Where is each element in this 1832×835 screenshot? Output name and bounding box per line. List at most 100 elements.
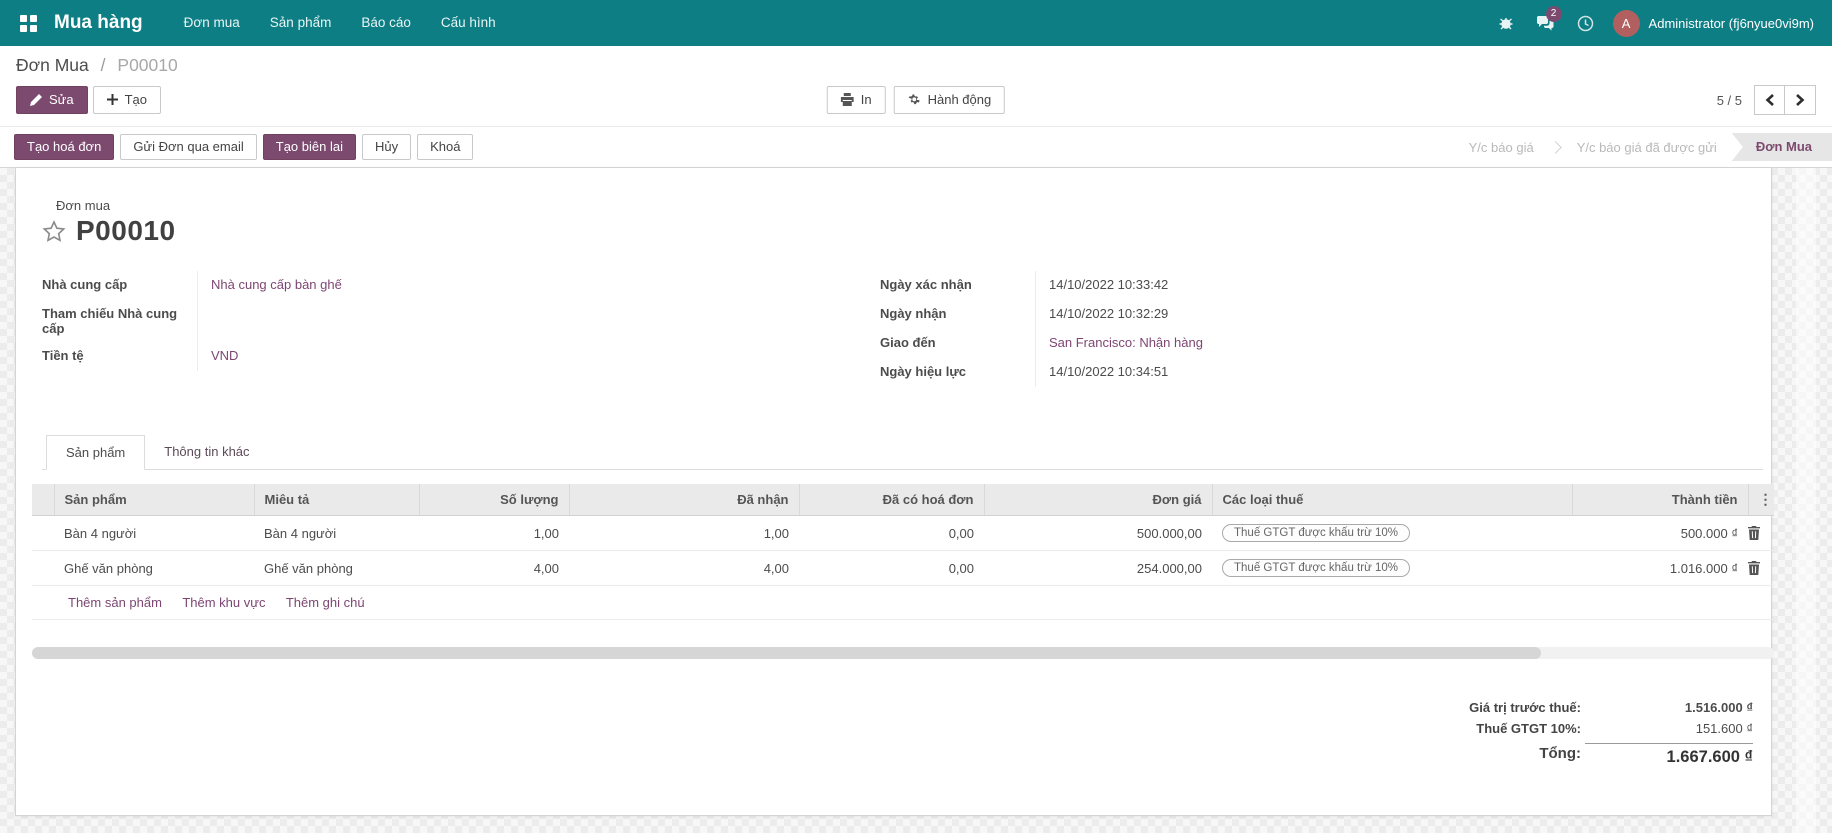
field-value-effective-date[interactable]: 14/10/2022 10:34:51 — [1035, 358, 1763, 387]
tab-products[interactable]: Sản phẩm — [46, 435, 145, 470]
field-value-vendor[interactable]: Nhà cung cấp bàn ghế — [211, 277, 342, 292]
field-value-confirmation-date[interactable]: 14/10/2022 10:33:42 — [1035, 271, 1763, 300]
create-receipt-button[interactable]: Tạo biên lai — [263, 134, 356, 160]
pager-next-button[interactable] — [1785, 85, 1816, 115]
table-header-row: Sản phẩm Miêu tả Số lượng Đã nhận Đã có … — [32, 484, 1774, 516]
field-label-vendor: Nhà cung cấp — [42, 271, 197, 300]
cell-received[interactable]: 4,00 — [569, 551, 799, 586]
column-received[interactable]: Đã nhận — [569, 484, 799, 516]
plus-icon — [107, 94, 118, 105]
edit-button[interactable]: Sửa — [16, 86, 88, 114]
user-name: Administrator (fj6nyue0vi9m) — [1649, 16, 1814, 31]
messages-button[interactable]: 2 — [1529, 0, 1563, 46]
field-value-currency[interactable]: VND — [211, 348, 238, 363]
fields-left-group: Nhà cung cấp Nhà cung cấp bàn ghế Tham c… — [42, 271, 880, 387]
app-brand[interactable]: Mua hàng — [54, 12, 143, 34]
field-label-vendor-reference: Tham chiếu Nhà cung cấp — [42, 300, 197, 342]
menu-don-mua[interactable]: Đơn mua — [169, 0, 255, 46]
cell-quantity[interactable]: 1,00 — [419, 516, 569, 551]
status-step-rfq[interactable]: Y/c báo giá — [1454, 140, 1549, 155]
notebook-tabs: Sản phẩm Thông tin khác — [42, 435, 1763, 470]
status-step-rfq-sent[interactable]: Y/c báo giá đã được gửi — [1562, 140, 1732, 155]
pager-previous-button[interactable] — [1754, 85, 1785, 115]
chevron-left-icon — [1765, 94, 1775, 106]
activities-button[interactable] — [1569, 0, 1603, 46]
add-product-link[interactable]: Thêm sản phẩm — [68, 595, 162, 610]
scrollbar-thumb[interactable] — [32, 647, 1541, 659]
add-section-link[interactable]: Thêm khu vực — [182, 595, 265, 610]
cell-product[interactable]: Ghế văn phòng — [54, 551, 254, 586]
field-value-receipt-date[interactable]: 14/10/2022 10:32:29 — [1035, 300, 1763, 329]
gear-icon — [908, 93, 921, 106]
send-by-email-button[interactable]: Gửi Đơn qua email — [120, 134, 256, 160]
control-panel: Đơn Mua / P00010 Sửa Tạo — [0, 46, 1832, 126]
status-step-purchase-order[interactable]: Đơn Mua — [1732, 133, 1832, 161]
action-button[interactable]: Hành động — [894, 86, 1006, 114]
fields-right-group: Ngày xác nhận 14/10/2022 10:33:42 Ngày n… — [880, 271, 1763, 387]
column-unit-price[interactable]: Đơn giá — [984, 484, 1212, 516]
menu-san-pham[interactable]: Sản phẩm — [255, 0, 347, 46]
user-menu-button[interactable]: A Administrator (fj6nyue0vi9m) — [1609, 0, 1818, 46]
field-label-confirmation-date: Ngày xác nhận — [880, 271, 1035, 300]
column-description[interactable]: Miêu tả — [254, 484, 419, 516]
document-name: P00010 — [76, 215, 176, 247]
cell-unit-price[interactable]: 500.000,00 — [984, 516, 1212, 551]
avatar: A — [1613, 10, 1640, 37]
column-product[interactable]: Sản phẩm — [54, 484, 254, 516]
tax-tag[interactable]: Thuế GTGT được khấu trừ 10% — [1222, 559, 1410, 577]
total-label: Tổng: — [1469, 739, 1581, 767]
trash-icon — [1748, 561, 1764, 575]
add-note-link[interactable]: Thêm ghi chú — [286, 595, 365, 610]
table-row[interactable]: Ghế văn phòng Ghế văn phòng 4,00 4,00 0,… — [32, 551, 1774, 586]
breadcrumb-parent[interactable]: Đơn Mua — [16, 55, 89, 75]
tax-amount-label: Thuế GTGT 10%: — [1469, 718, 1581, 739]
column-billed[interactable]: Đã có hoá đơn — [799, 484, 984, 516]
cell-product[interactable]: Bàn 4 người — [54, 516, 254, 551]
print-button[interactable]: In — [827, 86, 886, 114]
table-row[interactable]: Bàn 4 người Bàn 4 người 1,00 1,00 0,00 5… — [32, 516, 1774, 551]
create-invoice-button[interactable]: Tạo hoá đơn — [14, 134, 114, 160]
cell-received[interactable]: 1,00 — [569, 516, 799, 551]
column-subtotal[interactable]: Thành tiền — [1572, 484, 1748, 516]
document-type-label: Đơn mua — [56, 198, 1763, 213]
menu-cau-hinh[interactable]: Cấu hình — [426, 0, 511, 46]
navbar-right: 2 A Administrator (fj6nyue0vi9m) — [1489, 0, 1818, 46]
delete-row-button[interactable] — [1748, 516, 1774, 551]
status-steps: Y/c báo giá Y/c báo giá đã được gửi Đơn … — [1454, 133, 1832, 161]
field-value-deliver-to[interactable]: San Francisco: Nhận hàng — [1049, 335, 1203, 350]
cell-description[interactable]: Bàn 4 người — [254, 516, 419, 551]
breadcrumb: Đơn Mua / P00010 — [16, 55, 1816, 76]
cell-subtotal: 500.000 ₫ — [1572, 516, 1748, 551]
horizontal-scrollbar[interactable] — [32, 647, 1774, 659]
tab-other-info[interactable]: Thông tin khác — [145, 435, 268, 469]
cell-description[interactable]: Ghế văn phòng — [254, 551, 419, 586]
top-navbar: Mua hàng Đơn mua Sản phẩm Báo cáo Cấu hì… — [0, 0, 1832, 46]
add-line-row: Thêm sản phẩm Thêm khu vực Thêm ghi chú — [32, 586, 1774, 620]
cell-billed[interactable]: 0,00 — [799, 551, 984, 586]
untaxed-amount-label: Giá trị trước thuế: — [1469, 697, 1581, 718]
debug-button[interactable] — [1489, 0, 1523, 46]
content-background: Đơn mua P00010 Nhà cung cấp Nhà cung cấp… — [0, 168, 1832, 833]
right-gutter — [1796, 168, 1816, 833]
cell-billed[interactable]: 0,00 — [799, 516, 984, 551]
menu-bao-cao[interactable]: Báo cáo — [346, 0, 426, 46]
column-options-kebab-icon[interactable]: ⋮ — [1748, 484, 1774, 516]
favorite-star-icon[interactable] — [42, 220, 66, 243]
delete-row-button[interactable] — [1748, 551, 1774, 586]
order-lines-table: Sản phẩm Miêu tả Số lượng Đã nhận Đã có … — [32, 484, 1774, 620]
field-label-effective-date: Ngày hiệu lực — [880, 358, 1035, 387]
field-value-vendor-reference[interactable] — [197, 300, 880, 342]
cell-quantity[interactable]: 4,00 — [419, 551, 569, 586]
cancel-button[interactable]: Hủy — [362, 134, 411, 160]
tax-tag[interactable]: Thuế GTGT được khấu trừ 10% — [1222, 524, 1410, 542]
pencil-icon — [30, 94, 42, 106]
create-button[interactable]: Tạo — [93, 86, 161, 114]
statusbar: Tạo hoá đơn Gửi Đơn qua email Tạo biên l… — [0, 126, 1832, 168]
tax-amount-value: 151.600 ₫ — [1585, 718, 1753, 739]
pager-counter: 5 / 5 — [1717, 93, 1742, 108]
column-taxes[interactable]: Các loại thuế — [1212, 484, 1572, 516]
apps-menu-button[interactable] — [8, 0, 48, 46]
column-quantity[interactable]: Số lượng — [419, 484, 569, 516]
lock-button[interactable]: Khoá — [417, 134, 473, 160]
cell-unit-price[interactable]: 254.000,00 — [984, 551, 1212, 586]
